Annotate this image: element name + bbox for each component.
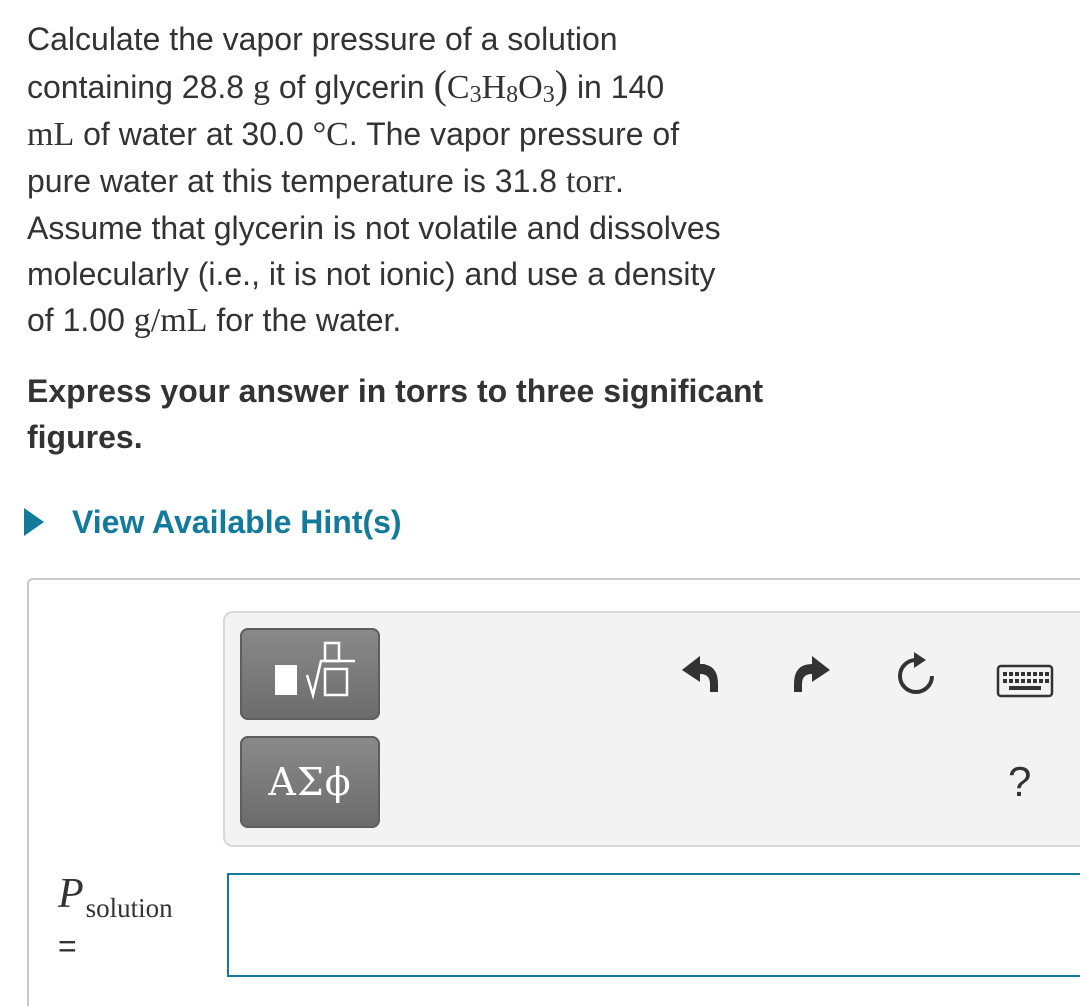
variable-subscript: solution	[85, 893, 173, 923]
problem-text: in 140	[576, 69, 665, 105]
unit-milliliters: mL	[27, 116, 75, 153]
unit-density: g/mL	[133, 302, 208, 339]
problem-line: Calculate the vapor pressure of a soluti…	[27, 21, 618, 57]
glycerin-formula: (C3H8O3)	[433, 62, 569, 108]
unit-grams: g	[252, 69, 270, 106]
greek-symbols-button[interactable]: ΑΣϕ	[240, 736, 380, 828]
equals-sign: =	[58, 928, 77, 964]
reset-icon[interactable]	[892, 652, 940, 700]
problem-text: containing 28.8	[27, 69, 245, 105]
problem-line: molecularly (i.e., it is not ionic) and …	[27, 256, 716, 292]
templates-button[interactable]	[240, 628, 380, 720]
view-hints-toggle[interactable]: View Available Hint(s)	[22, 500, 402, 544]
answer-input[interactable]	[227, 873, 1080, 977]
problem-text: of water at 30.0	[83, 116, 304, 152]
templates-icon	[275, 641, 355, 700]
answer-instruction: Express your answer in torrs to three si…	[27, 373, 764, 455]
undo-icon[interactable]	[678, 652, 724, 696]
variable-symbol: P	[58, 871, 84, 917]
problem-statement: Calculate the vapor pressure of a soluti…	[27, 16, 857, 344]
problem-text: . The vapor pressure of	[348, 116, 680, 152]
greek-symbols-label[interactable]: ΑΣϕ	[268, 760, 351, 804]
problem-line: Assume that glycerin is not volatile and…	[27, 210, 721, 246]
problem-page: Calculate the vapor pressure of a soluti…	[0, 0, 1080, 1006]
answer-variable-label: Psolution	[58, 870, 173, 923]
unit-celsius: °C	[312, 116, 349, 153]
keyboard-icon[interactable]	[996, 664, 1054, 698]
problem-text: for the water.	[216, 302, 402, 338]
problem-text: pure water at this temperature is 31.8	[27, 163, 558, 199]
hint-link-label[interactable]: View Available Hint(s)	[72, 504, 402, 541]
problem-text: .	[615, 163, 624, 199]
problem-text: of 1.00	[27, 302, 125, 338]
caret-right-icon	[24, 508, 44, 536]
redo-icon[interactable]	[788, 652, 834, 696]
help-button[interactable]: ?	[1008, 758, 1031, 806]
problem-text: of glycerin	[278, 69, 425, 105]
unit-torr: torr	[565, 163, 616, 200]
